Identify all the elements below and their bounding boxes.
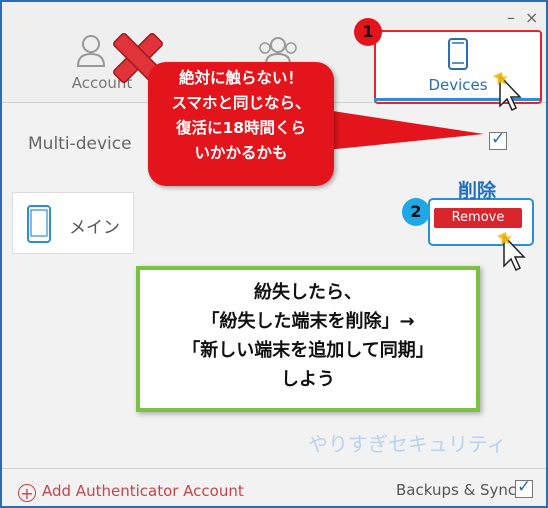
warning-callout: 絶対に触らない！ スマホと同じなら、 復活に18時間くら いかかるかも bbox=[148, 62, 334, 186]
tip-callout: 紛失したら、 「紛失した端末を削除」→ 「新しい端末を追加して同期」 しよう bbox=[136, 266, 480, 412]
tip-line-3: 「新しい端末を追加して同期」 bbox=[182, 340, 434, 361]
warning-line-4: いかかるかも bbox=[194, 144, 288, 162]
warning-line-3: 復活に18時間くら bbox=[175, 119, 307, 137]
delete-label: 削除 bbox=[458, 180, 497, 202]
tip-line-4: しよう bbox=[281, 369, 335, 390]
cursor-click-icon bbox=[497, 232, 526, 272]
warning-line-2: スマホと同じなら、 bbox=[171, 94, 311, 112]
tip-line-2: 「紛失した端末を削除」→ bbox=[201, 311, 415, 332]
cursor-click-icon bbox=[493, 72, 522, 112]
step-badge-1: 1 bbox=[354, 18, 382, 46]
step-badge-2: 2 bbox=[402, 198, 430, 226]
warning-line-1: 絶対に触らない！ bbox=[178, 69, 303, 87]
tip-line-1: 紛失したら、 bbox=[254, 282, 362, 303]
